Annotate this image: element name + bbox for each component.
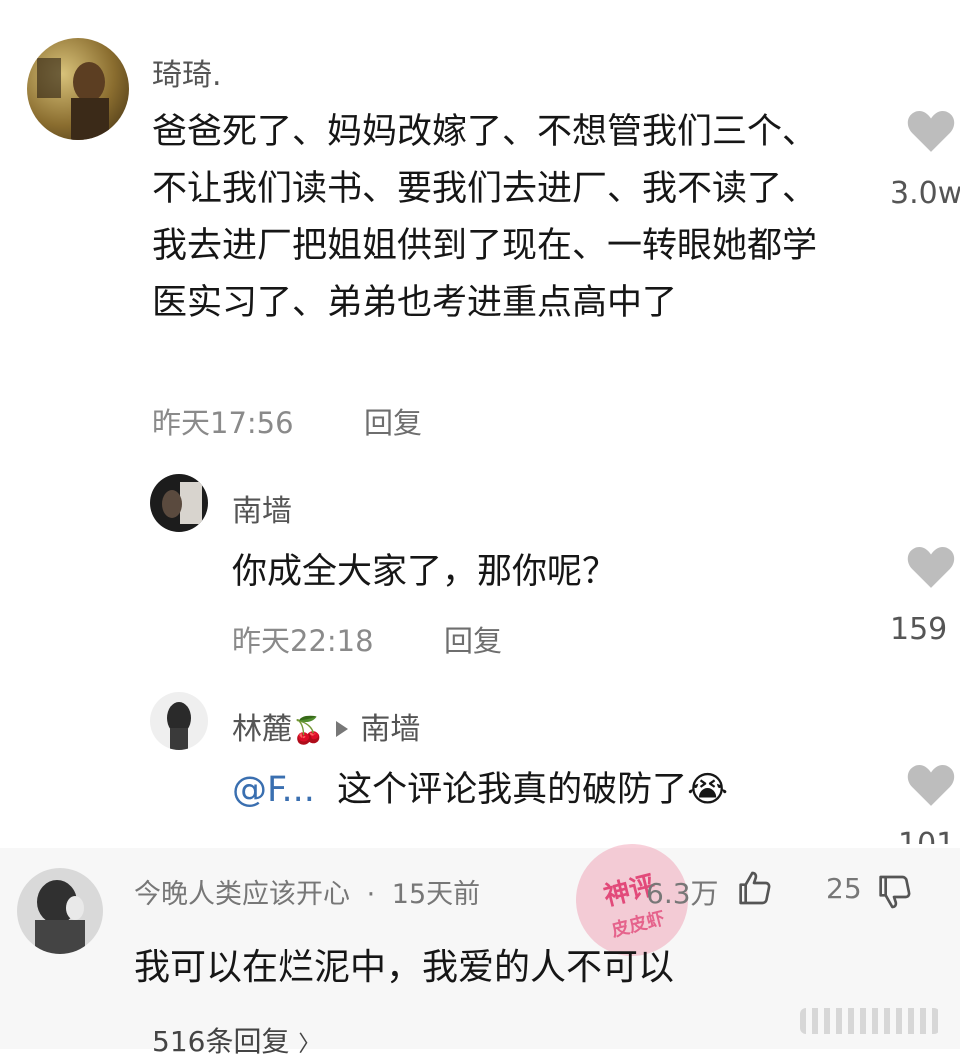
avatar[interactable] [150, 692, 208, 750]
dislike-count: 25 [826, 872, 862, 905]
comment-body: 这个评论我真的破防了 [337, 770, 688, 810]
comment-text: 你成全大家了，那你呢？ [232, 552, 618, 592]
avatar-image [162, 482, 202, 524]
reply-button[interactable]: 回复 [364, 400, 422, 442]
like-count: 3.0w [890, 176, 960, 211]
comment-time: 昨天17:56 [152, 406, 294, 440]
reply-arrow-icon [336, 720, 349, 737]
comment-text: 爸爸死了、妈妈改嫁了、不想管我们三个、不让我们读书、要我们去进厂、我不读了、我去… [152, 112, 818, 323]
avatar-image [167, 702, 191, 750]
mention-link[interactable]: @F... [232, 770, 315, 810]
username[interactable]: 琦琦. [152, 50, 222, 94]
comment-time: 昨天22:18 [232, 624, 374, 658]
avatar[interactable] [27, 38, 129, 140]
reply-button[interactable]: 回复 [444, 618, 502, 660]
comment-text: @F... 这个评论我真的破防了😭 [232, 762, 852, 819]
outer-comment-section: 今晚人类应该开心 · 15天前 神评 皮皮虾 6.3万 25 我可以在烂泥中，我… [0, 832, 960, 1058]
reply-to-username[interactable]: 南墙 [360, 712, 420, 747]
like-count: 6.3万 [646, 877, 719, 910]
avatar[interactable] [17, 868, 103, 954]
replies-count: 516条回复 [152, 1025, 290, 1058]
heart-icon[interactable] [906, 544, 956, 590]
like-count: 159 [890, 612, 948, 647]
separator: · [366, 879, 376, 910]
outer-comment-header: 今晚人类应该开心 · 15天前 [134, 872, 480, 911]
avatar-image [35, 880, 85, 954]
crying-emoji: 😭 [687, 770, 729, 810]
avatar[interactable] [150, 474, 208, 532]
comment-time: 15天前 [391, 879, 481, 910]
username[interactable]: 南墙 [232, 486, 292, 530]
chevron-right-icon: 〉 [298, 1032, 321, 1057]
heart-icon[interactable] [906, 762, 956, 808]
reply-header: 林麓🍒 南墙 [232, 704, 420, 748]
thumb-down-icon[interactable] [874, 872, 914, 912]
thumb-up-icon[interactable] [734, 868, 774, 908]
avatar-image [37, 58, 109, 140]
view-replies-link[interactable]: 516条回复 〉 [152, 1020, 320, 1060]
comment-text: 我可以在烂泥中，我爱的人不可以 [134, 947, 675, 988]
watermark-bars-icon [800, 1008, 940, 1034]
username[interactable]: 今晚人类应该开心 [134, 879, 350, 910]
cherry-emoji: 🍒 [292, 716, 325, 746]
heart-icon[interactable] [906, 108, 956, 154]
like-count: 101 [898, 830, 955, 844]
username[interactable]: 林麓 [232, 712, 292, 747]
